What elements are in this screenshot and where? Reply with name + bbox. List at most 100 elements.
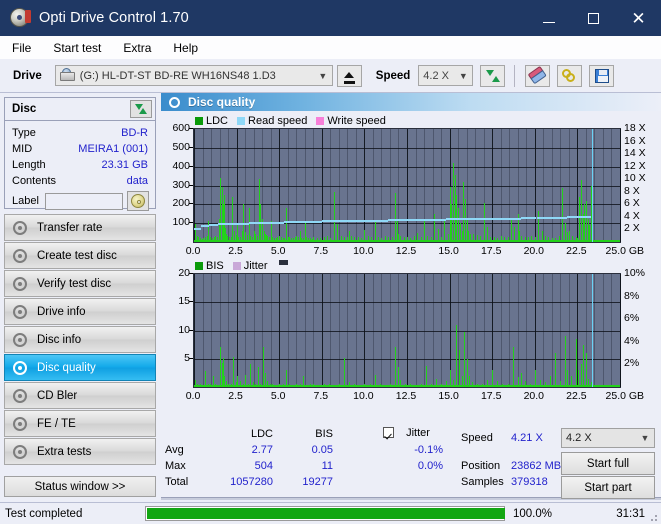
menu-item-help[interactable]: Help bbox=[171, 40, 200, 56]
sidebar-item-label: Drive info bbox=[37, 305, 86, 318]
disc-row-contents: Contents data bbox=[5, 173, 155, 189]
chart-line-segment bbox=[401, 219, 416, 222]
menu-bar: File Start test Extra Help bbox=[0, 36, 661, 59]
chart-line-segment bbox=[459, 218, 476, 221]
chart-bar bbox=[562, 188, 563, 242]
status-text: Test completed bbox=[5, 507, 83, 520]
start-part-button[interactable]: Start part bbox=[561, 476, 655, 499]
menu-item-start-test[interactable]: Start test bbox=[51, 40, 103, 56]
refresh-button[interactable] bbox=[480, 64, 506, 87]
speed-stat-label: Speed bbox=[461, 432, 493, 444]
chart-cursor bbox=[591, 129, 593, 242]
chart-bar bbox=[555, 353, 556, 387]
jitter-label: Jitter bbox=[406, 427, 430, 439]
stats-max-jitter: 0.0% bbox=[417, 460, 443, 472]
ldc-chart[interactable] bbox=[193, 128, 621, 243]
eject-button[interactable] bbox=[336, 64, 362, 87]
chart-bar bbox=[586, 353, 587, 387]
chart-bar bbox=[484, 203, 485, 242]
sidebar-item-disc-info[interactable]: Disc info bbox=[4, 326, 156, 353]
legend-item-read-speed: Read speed bbox=[237, 115, 307, 127]
speed-stat-value: 4.21 X bbox=[511, 432, 543, 444]
minimize-icon[interactable] bbox=[526, 0, 571, 36]
y2-axis-tick-label: 2% bbox=[624, 357, 640, 370]
chart-line-segment bbox=[446, 218, 460, 221]
sidebar-item-transfer-rate[interactable]: Transfer rate bbox=[4, 214, 156, 241]
app-disc-icon bbox=[9, 7, 31, 29]
start-full-button[interactable]: Start full bbox=[561, 452, 655, 475]
legend-cursor-marker bbox=[278, 260, 288, 265]
disc-label-key: Label bbox=[12, 195, 39, 207]
erase-button[interactable] bbox=[525, 64, 551, 87]
x-axis-tick-label: 12.5 bbox=[395, 245, 417, 257]
maximize-icon[interactable] bbox=[571, 0, 616, 36]
chart-line-segment bbox=[415, 218, 431, 221]
keys-button[interactable] bbox=[557, 64, 583, 87]
chevron-down-icon: ▼ bbox=[458, 70, 468, 81]
chart-bar bbox=[232, 196, 233, 242]
legend-item-write-speed: Write speed bbox=[316, 115, 386, 127]
sidebar-item-label: Disc quality bbox=[37, 361, 96, 374]
x-axis-tick-label: 20.0 bbox=[523, 245, 545, 257]
chart-line-segment bbox=[200, 225, 210, 228]
chart-bar bbox=[458, 208, 459, 242]
save-button[interactable] bbox=[589, 64, 615, 87]
chart-line-segment bbox=[209, 224, 218, 227]
speed-select[interactable]: 4.2 X ▼ bbox=[418, 65, 474, 86]
sidebar-item-drive-info[interactable]: Drive info bbox=[4, 298, 156, 325]
disc-label-input[interactable] bbox=[44, 192, 123, 210]
x-axis-tick-label: 22.5 bbox=[566, 245, 587, 257]
sidebar-item-verify-test-disc[interactable]: Verify test disc bbox=[4, 270, 156, 297]
legend-item-bis: BIS bbox=[195, 260, 224, 272]
chart-bar bbox=[459, 350, 460, 387]
nav-list: Transfer rate Create test disc Verify te… bbox=[4, 214, 156, 466]
menu-item-file[interactable]: File bbox=[10, 40, 33, 56]
legend-label: Read speed bbox=[248, 114, 308, 127]
close-icon[interactable]: ✕ bbox=[616, 0, 661, 36]
chart-line-segment bbox=[272, 221, 285, 224]
chart-line-segment bbox=[551, 216, 568, 219]
jitter-checkbox[interactable] bbox=[383, 427, 394, 438]
status-window-button[interactable]: Status window >> bbox=[4, 476, 156, 497]
sidebar-item-fe-te[interactable]: FE / TE bbox=[4, 410, 156, 437]
x-axis-tick-label: 2.5 bbox=[228, 245, 243, 257]
sidebar-item-label: Verify test disc bbox=[37, 277, 112, 290]
test-speed-select[interactable]: 4.2 X ▼ bbox=[561, 428, 655, 448]
jitter-checkbox-wrap[interactable]: Jitter bbox=[383, 427, 430, 439]
sidebar-item-create-test-disc[interactable]: Create test disc bbox=[4, 242, 156, 269]
disc-icon bbox=[10, 276, 30, 291]
disc-label-button[interactable] bbox=[126, 191, 149, 211]
stats-header-bis: BIS bbox=[315, 428, 333, 440]
menu-item-extra[interactable]: Extra bbox=[121, 40, 153, 56]
disc-panel-header: Disc bbox=[5, 98, 155, 121]
legend-label: LDC bbox=[206, 114, 229, 127]
chart-bar bbox=[375, 221, 376, 242]
bis-chart[interactable] bbox=[193, 273, 621, 388]
y2-axis-tick-label: 6 X bbox=[624, 197, 640, 210]
disc-icon bbox=[10, 304, 30, 319]
x-axis-tick-label: 12.5 bbox=[395, 390, 417, 402]
refresh-icon bbox=[135, 103, 147, 115]
y-axis-tick bbox=[189, 222, 193, 224]
sidebar-item-extra-tests[interactable]: Extra tests bbox=[4, 438, 156, 465]
window-controls: ✕ bbox=[526, 0, 661, 36]
sidebar-item-disc-quality[interactable]: Disc quality bbox=[4, 354, 156, 381]
drive-select[interactable]: (G:) HL-DT-ST BD-RE WH16NS48 1.D3 ▼ bbox=[54, 65, 333, 86]
disc-refresh-button[interactable] bbox=[130, 100, 152, 118]
chart-bar bbox=[581, 179, 582, 242]
x-axis-tick-label: 17.5 bbox=[480, 245, 502, 257]
chart-bar bbox=[395, 193, 396, 242]
x-axis-tick-label: 15.0 bbox=[438, 245, 459, 257]
chart-bar bbox=[220, 177, 221, 242]
resize-grip-icon[interactable] bbox=[648, 512, 658, 522]
sidebar-item-cd-bler[interactable]: CD Bler bbox=[4, 382, 156, 409]
chart-bar bbox=[565, 336, 566, 387]
chart-bar bbox=[456, 324, 457, 387]
chart-line-segment bbox=[194, 227, 201, 230]
chevron-down-icon: ▼ bbox=[318, 70, 328, 81]
disc-icon bbox=[10, 220, 30, 235]
disc-row-mid: MID MEIRA1 (001) bbox=[5, 141, 155, 157]
y2-axis-tick-label: 4 X bbox=[624, 209, 640, 222]
app-window: Opti Drive Control 1.70 ✕ File Start tes… bbox=[0, 0, 661, 524]
y2-axis-tick-label: 4% bbox=[624, 334, 640, 347]
